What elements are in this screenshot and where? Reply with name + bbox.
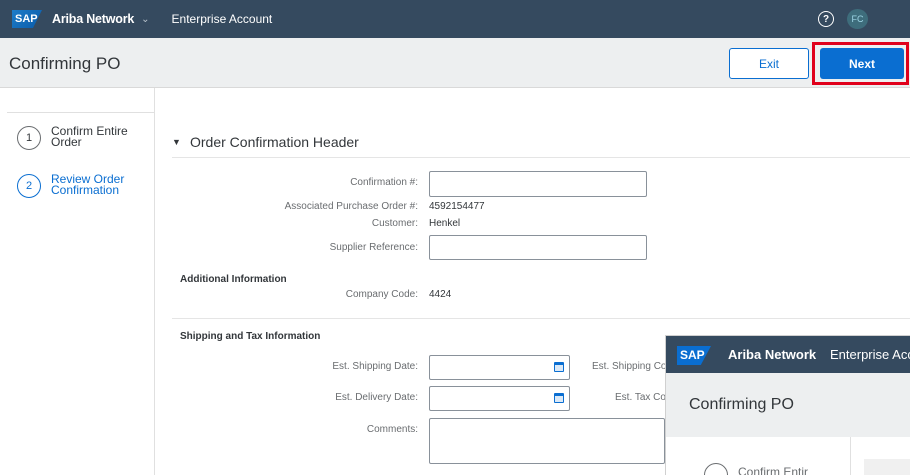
account-type-label: Enterprise Account xyxy=(171,12,273,26)
est-delivery-date-input[interactable] xyxy=(429,386,570,411)
sap-logo: SAP xyxy=(12,10,42,28)
overlay-account-type: Enterprise Acco xyxy=(830,347,910,362)
user-avatar[interactable]: FC xyxy=(847,9,868,29)
customer-label: Customer: xyxy=(371,218,418,229)
po-number-label: Associated Purchase Order #: xyxy=(284,201,418,212)
ariba-network-menu[interactable]: Ariba Network xyxy=(52,12,134,26)
shipping-tax-heading: Shipping and Tax Information xyxy=(180,331,321,342)
section-divider xyxy=(172,318,910,319)
company-code-value: 4424 xyxy=(429,289,452,300)
supplier-reference-input[interactable] xyxy=(429,235,647,260)
po-number-value: 4592154477 xyxy=(429,201,485,212)
confirmation-number-input[interactable] xyxy=(429,171,647,197)
steps-panel xyxy=(0,113,155,475)
overlay-screenshot: SAP Ariba Network Enterprise Acco Confir… xyxy=(665,335,910,475)
step-review-order-confirmation[interactable]: 2 Review Order Confirmation xyxy=(17,172,131,198)
steps-panel-header xyxy=(7,88,155,113)
section-title: Order Confirmation Header xyxy=(190,134,359,150)
est-shipping-date-input[interactable] xyxy=(429,355,570,380)
est-shipping-date-label: Est. Shipping Date: xyxy=(332,361,418,372)
supplier-reference-label: Supplier Reference: xyxy=(329,242,418,253)
step-number: 1 xyxy=(17,126,41,150)
exit-button[interactable]: Exit xyxy=(729,48,809,79)
section-divider xyxy=(172,157,910,158)
comments-textarea[interactable] xyxy=(429,418,665,464)
page-header: Confirming PO Exit Next xyxy=(0,38,910,88)
additional-information-heading: Additional Information xyxy=(180,274,287,285)
est-shipping-cost-label: Est. Shipping Co xyxy=(592,361,667,372)
est-tax-cost-label: Est. Tax Co xyxy=(615,392,666,403)
customer-value: Henkel xyxy=(429,218,461,229)
calendar-icon[interactable] xyxy=(554,393,564,403)
confirmation-number-label: Confirmation #: xyxy=(350,177,418,188)
comments-label: Comments: xyxy=(366,424,418,435)
top-navigation-bar: SAP Ariba Network ⌄ Enterprise Account ?… xyxy=(0,0,910,38)
step-label: Confirm Entire Order xyxy=(51,124,128,149)
chevron-down-icon[interactable]: ⌄ xyxy=(141,14,149,25)
est-delivery-date-label: Est. Delivery Date: xyxy=(335,392,418,403)
overlay-content-bar xyxy=(864,459,910,475)
step-confirm-entire-order[interactable]: 1 Confirm Entire Order xyxy=(17,124,131,150)
calendar-icon[interactable] xyxy=(554,362,564,372)
help-icon[interactable]: ? xyxy=(818,11,834,27)
overlay-page-title: Confirming PO xyxy=(689,396,794,413)
next-button[interactable]: Next xyxy=(820,48,904,79)
step-number: 2 xyxy=(17,174,41,198)
page-title: Confirming PO xyxy=(9,54,121,73)
step-label: Review Order Confirmation xyxy=(51,172,125,197)
company-code-label: Company Code: xyxy=(345,289,418,300)
overlay-step-label: Confirm Entir xyxy=(738,465,809,475)
collapse-toggle-icon[interactable]: ▼ xyxy=(172,137,181,147)
overlay-app-name: Ariba Network xyxy=(728,347,817,362)
